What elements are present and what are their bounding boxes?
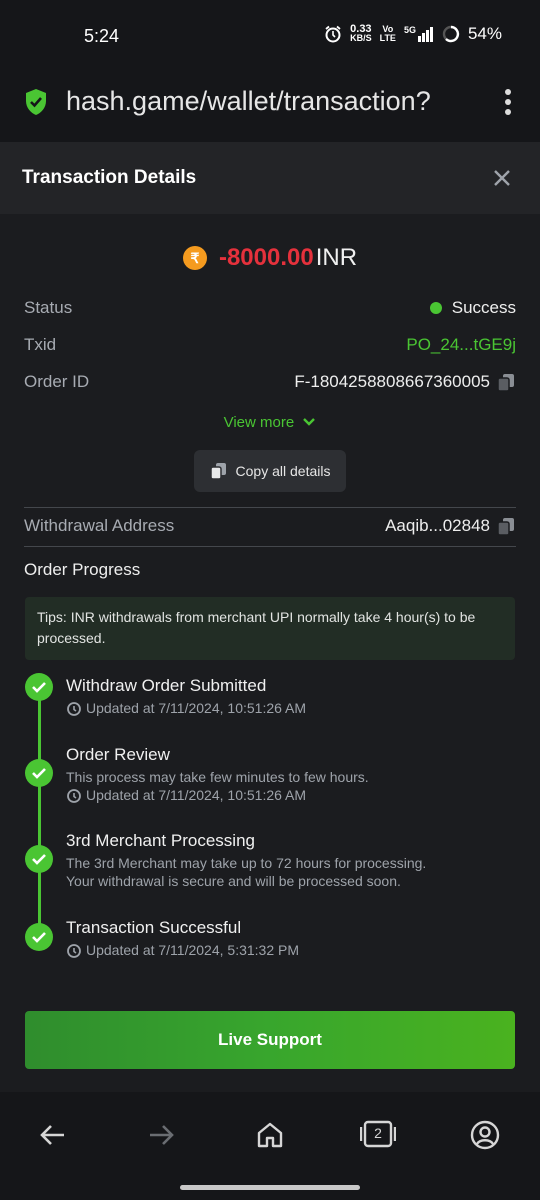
tabs-button[interactable]: 2 <box>360 1119 396 1149</box>
alarm-icon <box>325 25 341 43</box>
dialog-title: Transaction Details <box>22 167 197 188</box>
withdrawal-address-row: Withdrawal Address Aaqib...02848 <box>24 516 516 536</box>
step-title: 3rd Merchant Processing <box>66 831 255 850</box>
check-circle-icon <box>25 845 53 873</box>
step-updated: Updated at 7/11/2024, 10:51:26 AM <box>66 786 306 805</box>
order-progress-title: Order Progress <box>24 560 141 579</box>
back-arrow-icon[interactable] <box>38 1120 68 1150</box>
copy-icon[interactable] <box>496 516 516 536</box>
order-id-row: Order ID F-1804258808667360005 <box>24 372 516 392</box>
url-text[interactable]: hash.game/wallet/transaction? <box>66 86 478 117</box>
live-support-button[interactable]: Live Support <box>25 1011 515 1069</box>
timeline-line <box>38 686 41 936</box>
battery-icon <box>442 25 460 43</box>
volte-indicator: Vo LTE <box>379 24 396 43</box>
history-icon <box>67 701 81 716</box>
status-icons: 0.33 KB/S Vo LTE 5G 54% <box>324 24 502 44</box>
chevron-down-icon <box>303 418 316 426</box>
copy-icon <box>209 463 226 480</box>
forward-arrow-icon[interactable] <box>146 1120 176 1150</box>
rupee-coin-icon: ₹ <box>182 246 207 270</box>
battery-percent: 54% <box>467 24 502 43</box>
home-icon[interactable] <box>255 1120 285 1150</box>
check-circle-icon <box>25 759 53 787</box>
net-speed: 0.33 KB/S <box>350 23 372 43</box>
check-circle-icon <box>25 673 53 701</box>
copy-icon[interactable] <box>496 372 516 392</box>
amount-display: ₹ -8000.00 INR <box>0 244 540 272</box>
history-icon <box>67 943 81 958</box>
txid-label: Txid <box>24 335 57 354</box>
clock: 5:24 <box>84 26 120 46</box>
step-updated: Updated at 7/11/2024, 10:51:26 AM <box>66 699 306 718</box>
step-note: Your withdrawal is secure and will be pr… <box>66 873 401 889</box>
browser-url-bar[interactable]: hash.game/wallet/transaction? <box>0 72 540 142</box>
step-note: The 3rd Merchant may take up to 72 hours… <box>66 855 427 871</box>
shield-icon <box>26 89 46 115</box>
order-id-value: F-1804258808667360005 <box>294 372 490 391</box>
step-title: Transaction Successful <box>66 918 242 937</box>
check-circle-icon <box>25 923 53 951</box>
tips-banner: Tips: INR withdrawals from merchant UPI … <box>25 597 515 660</box>
step-title: Order Review <box>66 745 170 764</box>
gesture-home-bar[interactable] <box>180 1185 360 1190</box>
status-value: Success <box>451 298 516 317</box>
withdrawal-address-value: Aaqib...02848 <box>385 516 490 535</box>
tab-count: 2 <box>374 1125 382 1141</box>
txid-link[interactable]: PO_24...tGE9j <box>406 335 516 355</box>
order-id-label: Order ID <box>24 372 90 391</box>
status-row: Status Success <box>24 298 516 318</box>
step-note: This process may take few minutes to few… <box>66 769 369 785</box>
copy-all-label: Copy all details <box>235 463 331 479</box>
withdrawal-address-label: Withdrawal Address <box>24 516 175 535</box>
amount-currency: INR <box>315 244 358 271</box>
status-bar: 5:24 0.33 KB/S Vo LTE 5G 54% <box>0 0 540 72</box>
step-title: Withdraw Order Submitted <box>66 676 267 695</box>
history-icon <box>67 788 81 803</box>
status-dot <box>429 302 442 314</box>
more-menu-icon[interactable] <box>504 88 512 116</box>
close-icon[interactable] <box>492 168 512 188</box>
txid-row: Txid PO_24...tGE9j <box>24 335 516 355</box>
status-label: Status <box>24 298 73 317</box>
divider <box>24 546 516 547</box>
view-more-label: View more <box>223 414 295 431</box>
amount-value: -8000.00 <box>218 244 314 271</box>
browser-bottom-nav: 2 <box>0 1092 540 1200</box>
dialog-header: Transaction Details <box>0 142 540 214</box>
copy-all-details-button[interactable]: Copy all details <box>194 450 346 492</box>
account-icon[interactable] <box>470 1120 500 1150</box>
divider <box>24 507 516 508</box>
signal-icon: 5G <box>404 26 434 42</box>
step-updated: Updated at 7/11/2024, 5:31:32 PM <box>66 941 299 960</box>
view-more-link[interactable]: View more <box>0 414 540 431</box>
